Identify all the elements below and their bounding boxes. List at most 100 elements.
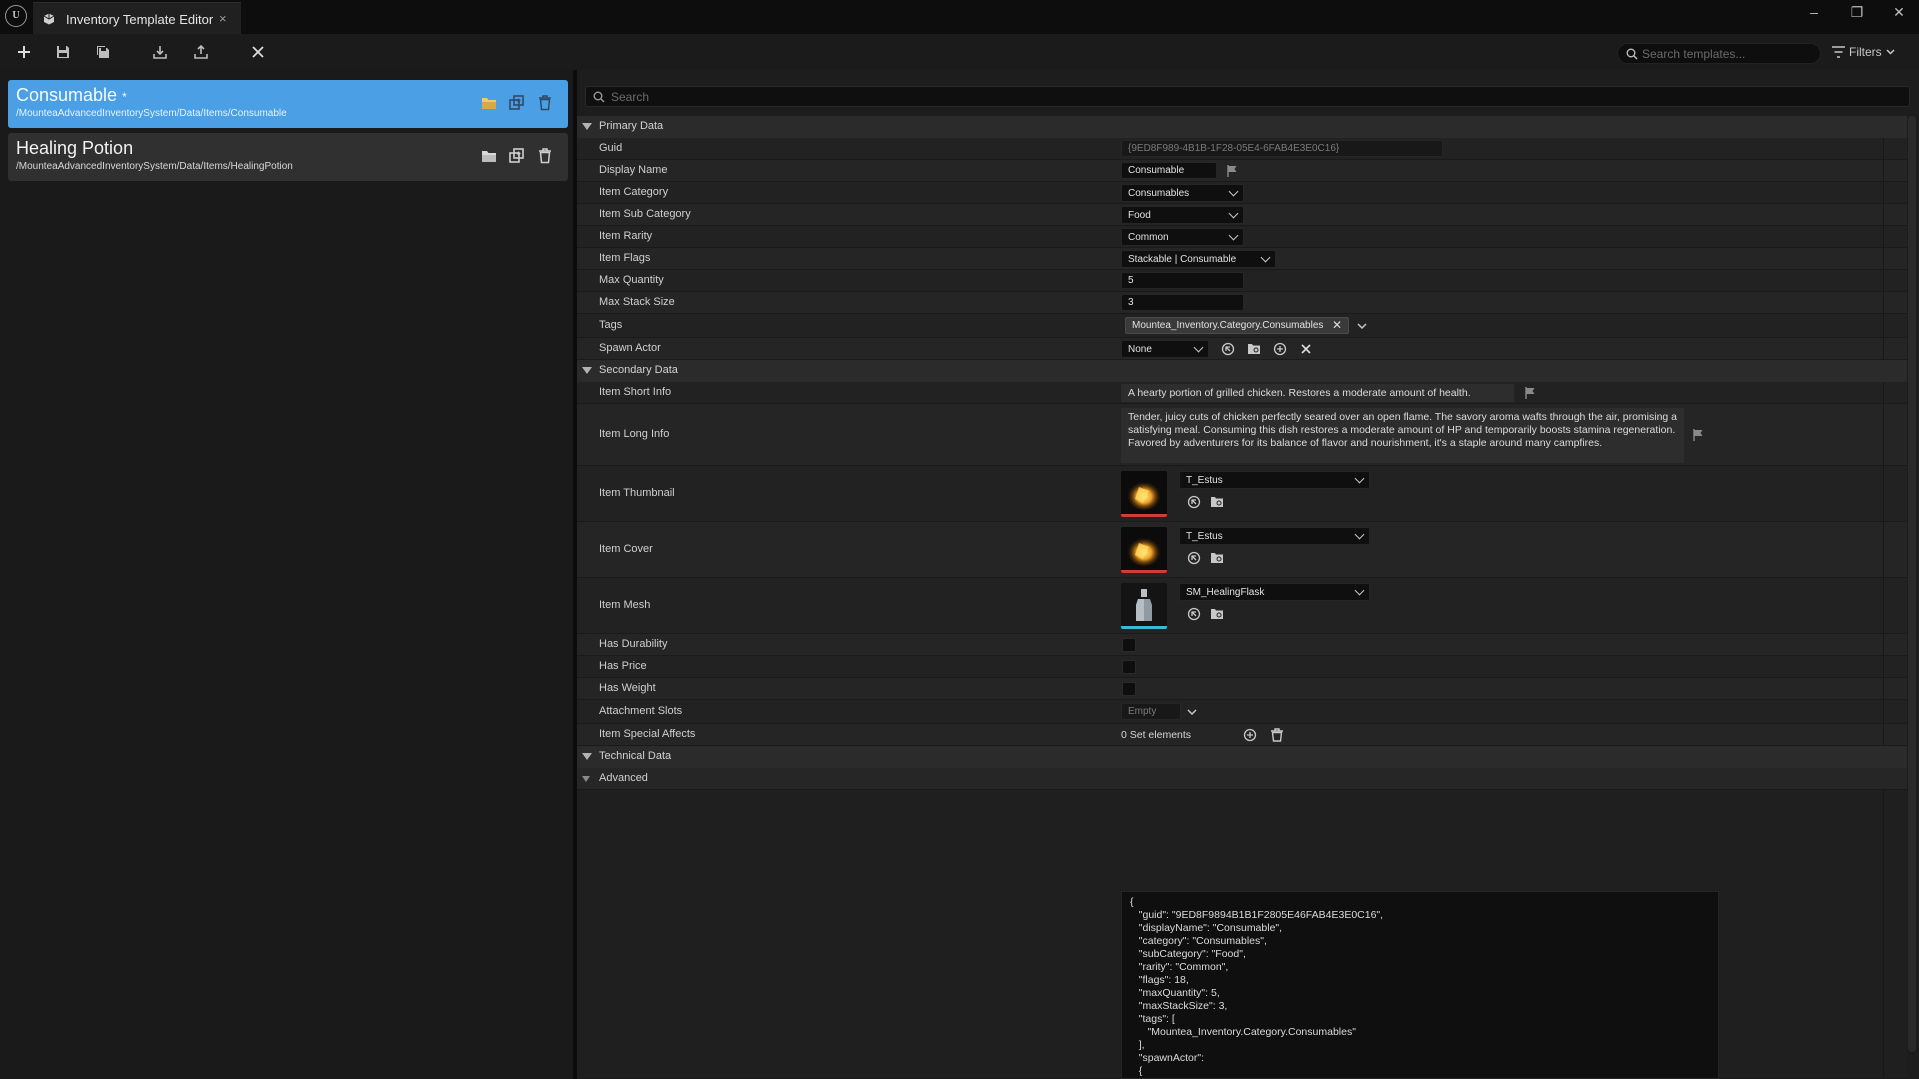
browse-asset-icon[interactable] [1209, 606, 1225, 622]
cover-preview[interactable] [1121, 527, 1167, 573]
import-button[interactable] [149, 42, 171, 62]
item-long-info-input[interactable]: Tender, juicy cuts of chicken perfectly … [1121, 408, 1684, 463]
browse-folder-icon[interactable] [480, 147, 498, 165]
clear-icon[interactable] [1298, 341, 1314, 357]
template-search-input[interactable] [1642, 46, 1812, 62]
use-selected-icon[interactable] [1186, 550, 1202, 566]
add-template-button[interactable] [13, 42, 35, 62]
item-rarity-value: Common [1128, 232, 1169, 243]
item-sub-category-label: Item Sub Category [599, 208, 691, 220]
save-all-button[interactable] [92, 42, 114, 62]
attachment-slots-chevron-icon[interactable] [1184, 704, 1200, 720]
duplicate-icon[interactable] [508, 94, 526, 112]
attachment-slots-field[interactable]: Empty [1121, 703, 1181, 720]
json-preview-textbox[interactable]: { "guid": "9ED8F9894B1B1F2805E46FAB4E3E0… [1121, 891, 1719, 1079]
use-selected-icon[interactable] [1220, 341, 1236, 357]
import-icon [153, 46, 167, 59]
search-icon [1626, 48, 1638, 60]
item-rarity-dropdown[interactable]: Common [1121, 228, 1244, 246]
item-long-info-label: Item Long Info [599, 428, 670, 440]
filters-button[interactable]: Filters [1832, 45, 1895, 59]
browse-folder-icon[interactable] [480, 94, 498, 112]
item-flags-dropdown[interactable]: Stackable | Consumable [1121, 250, 1276, 268]
export-button[interactable] [190, 42, 212, 62]
mesh-asset-dropdown[interactable]: SM_HealingFlask [1179, 583, 1370, 601]
tag-text: Mountea_Inventory.Category.Consumables [1132, 320, 1324, 331]
item-sub-category-dropdown[interactable]: Food [1121, 206, 1244, 224]
tag-chip[interactable]: Mountea_Inventory.Category.Consumables ✕ [1125, 317, 1349, 334]
section-technical-data[interactable]: Technical Data [577, 746, 1907, 768]
template-search-box[interactable] [1617, 43, 1821, 64]
localization-flag-icon[interactable] [1522, 385, 1538, 401]
row-attachment-slots: Attachment Slots Empty [577, 700, 1907, 724]
has-durability-checkbox[interactable] [1122, 638, 1136, 652]
chevron-down-icon [1886, 49, 1895, 55]
duplicate-icon[interactable] [508, 147, 526, 165]
has-price-checkbox[interactable] [1122, 660, 1136, 674]
filters-label: Filters [1849, 45, 1882, 59]
collapse-arrow-icon [582, 367, 592, 374]
thumbnail-asset-dropdown[interactable]: T_Estus [1179, 471, 1370, 489]
tab-inventory-template-editor[interactable]: Inventory Template Editor × [33, 2, 241, 34]
cover-asset-dropdown[interactable]: T_Estus [1179, 527, 1370, 545]
close-template-button[interactable] [247, 42, 269, 62]
display-name-label: Display Name [599, 164, 668, 176]
collapse-arrow-icon [582, 753, 592, 760]
tags-label: Tags [599, 319, 623, 331]
close-window-button[interactable]: ✕ [1885, 4, 1913, 24]
section-secondary-data[interactable]: Secondary Data [577, 360, 1907, 382]
item-category-dropdown[interactable]: Consumables [1121, 184, 1244, 202]
browse-asset-icon[interactable] [1209, 550, 1225, 566]
localization-flag-icon[interactable] [1690, 427, 1706, 443]
browse-asset-icon[interactable] [1209, 494, 1225, 510]
details-scrollbar[interactable] [1908, 116, 1916, 1052]
details-search-box[interactable] [585, 86, 1910, 107]
subsection-advanced[interactable]: Advanced [577, 768, 1907, 790]
remove-tag-icon[interactable]: ✕ [1332, 319, 1342, 331]
template-item-healing-potion[interactable]: Healing Potion /MounteaAdvancedInventory… [8, 133, 568, 181]
export-icon [194, 44, 208, 59]
minimize-button[interactable]: – [1800, 4, 1828, 24]
collapse-arrow-icon [582, 123, 592, 130]
template-name: Consumable * [16, 85, 127, 105]
thumbnail-preview[interactable] [1121, 471, 1167, 517]
localization-flag-icon[interactable] [1224, 163, 1240, 179]
item-short-info-input[interactable]: A hearty portion of grilled chicken. Res… [1121, 384, 1514, 402]
delete-icon[interactable] [536, 147, 554, 165]
tags-chevron-down-icon[interactable] [1354, 318, 1370, 334]
add-new-icon[interactable] [1272, 341, 1288, 357]
mesh-preview[interactable] [1121, 583, 1167, 629]
chevron-down-icon [1354, 529, 1365, 540]
section-primary-data[interactable]: Primary Data [577, 116, 1907, 138]
cover-asset-value: T_Estus [1186, 531, 1223, 542]
row-has-weight: Has Weight [577, 678, 1907, 700]
delete-icon[interactable] [536, 94, 554, 112]
save-all-icon [97, 46, 109, 58]
template-item-consumable[interactable]: Consumable * /MounteaAdvancedInventorySy… [8, 80, 568, 128]
trash-icon[interactable] [1269, 727, 1285, 743]
item-short-info-label: Item Short Info [599, 386, 672, 398]
browse-asset-icon[interactable] [1246, 341, 1262, 357]
save-icon [57, 46, 69, 58]
spawn-actor-value: None [1128, 344, 1152, 355]
attachment-slots-label: Attachment Slots [599, 705, 683, 717]
unreal-logo-icon[interactable]: U [5, 5, 27, 27]
has-weight-checkbox[interactable] [1122, 682, 1136, 696]
save-button[interactable] [52, 42, 74, 62]
row-item-cover: Item Cover T_Estus [577, 522, 1907, 578]
max-stack-size-input[interactable]: 3 [1121, 294, 1244, 311]
display-name-input[interactable]: Consumable [1121, 162, 1217, 179]
section-title: Technical Data [599, 750, 672, 762]
add-element-icon[interactable] [1242, 727, 1258, 743]
max-stack-size-label: Max Stack Size [599, 296, 675, 308]
spawn-actor-dropdown[interactable]: None [1121, 340, 1209, 358]
restore-button[interactable]: ❐ [1843, 4, 1871, 24]
max-quantity-input[interactable]: 5 [1121, 272, 1244, 289]
use-selected-icon[interactable] [1186, 606, 1202, 622]
template-list-panel: Consumable * /MounteaAdvancedInventorySy… [0, 70, 573, 1079]
item-category-value: Consumables [1128, 188, 1190, 199]
tab-close-icon[interactable]: × [219, 11, 227, 26]
use-selected-icon[interactable] [1186, 494, 1202, 510]
details-search-input[interactable] [611, 89, 1901, 105]
guid-field: {9ED8F989-4B1B-1F28-05E4-6FAB4E3E0C16} [1121, 140, 1443, 157]
